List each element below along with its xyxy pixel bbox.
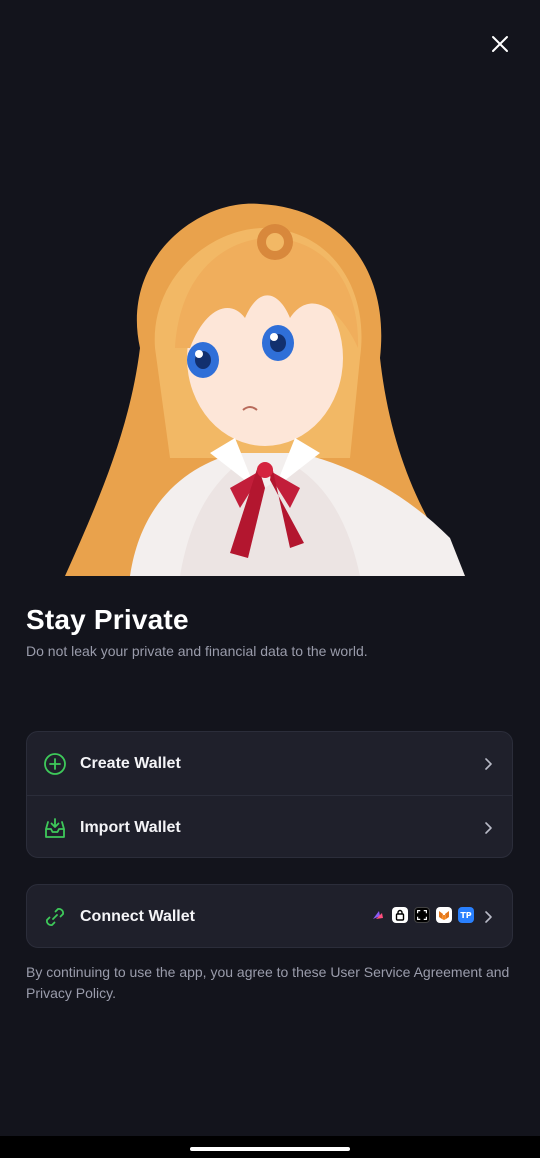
connect-wallet-button[interactable]: Connect Wallet TP bbox=[27, 885, 512, 948]
import-wallet-button[interactable]: Import Wallet bbox=[27, 795, 512, 859]
close-button[interactable] bbox=[488, 32, 512, 56]
import-wallet-label: Import Wallet bbox=[80, 818, 181, 836]
rabby-icon bbox=[370, 907, 386, 923]
create-wallet-button[interactable]: Create Wallet bbox=[27, 732, 512, 795]
chevron-right-icon bbox=[482, 821, 494, 835]
connect-wallet-card: Connect Wallet TP bbox=[26, 884, 513, 948]
hero-illustration bbox=[60, 198, 470, 578]
close-icon bbox=[492, 36, 508, 52]
page-subtitle: Do not leak your private and financial d… bbox=[26, 643, 368, 659]
home-indicator[interactable] bbox=[190, 1147, 350, 1151]
page-title: Stay Private bbox=[26, 604, 189, 635]
create-wallet-label: Create Wallet bbox=[80, 754, 181, 772]
inbox-download-icon bbox=[42, 815, 68, 841]
link-icon bbox=[42, 904, 68, 930]
chevron-right-icon bbox=[482, 757, 494, 771]
wallet-provider-icons: TP bbox=[370, 907, 474, 923]
connect-wallet-label: Connect Wallet bbox=[80, 907, 195, 925]
scan-wallet-icon bbox=[414, 907, 430, 923]
chevron-right-icon bbox=[482, 910, 494, 924]
legal-notice: By continuing to use the app, you agree … bbox=[26, 964, 510, 1001]
lock-wallet-icon bbox=[392, 907, 408, 923]
tokenpocket-icon: TP bbox=[458, 907, 474, 923]
plus-circle-icon bbox=[42, 751, 68, 777]
metamask-icon bbox=[436, 907, 452, 923]
wallet-options-card: Create Wallet Import Wallet bbox=[26, 731, 513, 858]
